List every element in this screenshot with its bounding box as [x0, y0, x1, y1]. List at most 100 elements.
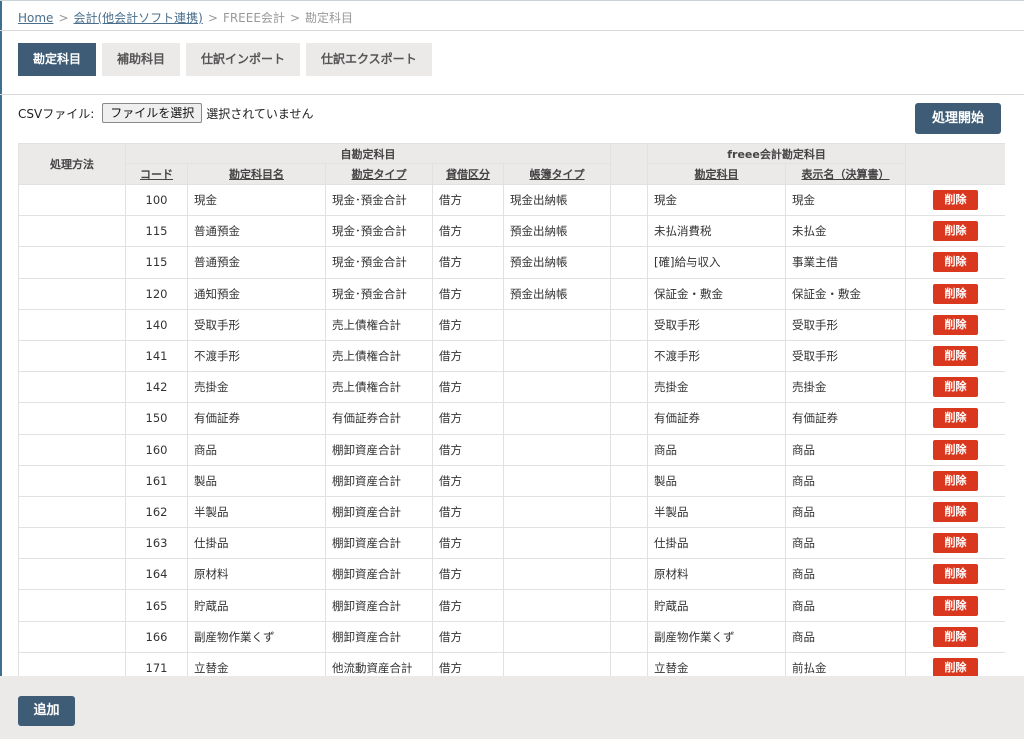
cell-display-name: 受取手形 [785, 339, 907, 373]
delete-button[interactable]: 削除 [933, 501, 979, 522]
cell-display-name: 売掛金 [785, 371, 907, 404]
cell-account-type: 棚卸資産合計 [325, 433, 433, 466]
cell-debit-credit: 借方 [432, 620, 504, 653]
delete-button[interactable]: 削除 [933, 533, 979, 554]
cell-process-method [18, 215, 126, 248]
delete-button[interactable]: 削除 [933, 595, 979, 616]
accounts-table-container[interactable]: 処理方法 自勘定科目 freee会計勘定科目 コード 勘定科目名 勘定タイプ 貸… [18, 143, 1005, 676]
cell-spacer [610, 215, 649, 248]
delete-button[interactable]: 削除 [933, 657, 979, 676]
cell-display-name: 商品 [785, 433, 907, 466]
breadcrumb-separator: > [58, 11, 69, 25]
cell-display-name: 現金 [785, 183, 907, 217]
cell-freee-account: 未払消費税 [647, 215, 787, 248]
table-row: 171 立替金 他流動資産合計 借方 立替金 前払金 削除 [18, 651, 1005, 676]
tab-journal-export[interactable]: 仕訳エクスポート [306, 43, 432, 76]
delete-button[interactable]: 削除 [933, 346, 979, 367]
cell-actions: 削除 [905, 527, 1005, 560]
cell-book-type: 預金出納帳 [502, 277, 612, 310]
cell-freee-account: 立替金 [647, 651, 787, 676]
breadcrumb-section: FREEE会計 [222, 11, 285, 25]
column-header-display-name[interactable]: 表示名（決算書） [785, 163, 907, 185]
delete-button[interactable]: 削除 [933, 470, 979, 491]
cell-debit-credit: 借方 [432, 183, 504, 217]
delete-button[interactable]: 削除 [933, 190, 979, 211]
footer-bar: 追加 [0, 676, 1024, 739]
tab-accounts[interactable]: 勘定科目 [18, 43, 97, 76]
cell-code: 160 [125, 433, 188, 466]
add-button[interactable]: 追加 [18, 696, 75, 726]
top-edge [0, 0, 1024, 1]
breadcrumb-current: 勘定科目 [305, 11, 354, 25]
delete-button[interactable]: 削除 [933, 439, 979, 460]
start-processing-button[interactable]: 処理開始 [915, 103, 1001, 134]
cell-book-type [502, 371, 612, 404]
tab-bar: 勘定科目 補助科目 仕訳インポート 仕訳エクスポート [18, 43, 432, 76]
cell-code: 140 [125, 308, 188, 341]
cell-process-method [18, 183, 126, 217]
cell-account-name: 受取手形 [187, 308, 326, 341]
cell-display-name: 商品 [785, 620, 907, 653]
cell-book-type [502, 339, 612, 373]
cell-account-name: 原材料 [187, 558, 326, 591]
delete-button[interactable]: 削除 [933, 221, 979, 242]
cell-spacer [610, 464, 649, 497]
cell-freee-account: 受取手形 [647, 308, 787, 341]
cell-freee-account: 不渡手形 [647, 339, 787, 373]
delete-button[interactable]: 削除 [933, 377, 979, 398]
delete-button[interactable]: 削除 [933, 314, 979, 335]
cell-account-name: 製品 [187, 464, 326, 497]
cell-code: 166 [125, 620, 188, 653]
cell-account-name: 半製品 [187, 495, 326, 529]
column-header-debit-credit[interactable]: 貸借区分 [432, 163, 504, 185]
cell-account-name: 商品 [187, 433, 326, 466]
delete-button[interactable]: 削除 [933, 283, 979, 304]
column-header-freee-account[interactable]: 勘定科目 [647, 163, 787, 185]
delete-button[interactable]: 削除 [933, 564, 979, 585]
cell-book-type [502, 495, 612, 529]
cell-debit-credit: 借方 [432, 308, 504, 341]
cell-book-type [502, 589, 612, 622]
delete-button[interactable]: 削除 [933, 252, 979, 273]
csv-upload-row: CSVファイル: ファイルを選択 選択されていません [18, 103, 314, 123]
column-header-account-type[interactable]: 勘定タイプ [325, 163, 433, 185]
cell-account-type: 売上債権合計 [325, 371, 433, 404]
tab-journal-import[interactable]: 仕訳インポート [186, 43, 301, 76]
cell-spacer [610, 495, 649, 529]
cell-debit-credit: 借方 [432, 246, 504, 279]
cell-debit-credit: 借方 [432, 464, 504, 497]
cell-code: 164 [125, 558, 188, 591]
cell-process-method [18, 527, 126, 560]
cell-spacer [610, 620, 649, 653]
file-select-button[interactable]: ファイルを選択 [102, 103, 203, 123]
cell-freee-account: 副産物作業くず [647, 620, 787, 653]
cell-code: 165 [125, 589, 188, 622]
column-header-account-name[interactable]: 勘定科目名 [187, 163, 326, 185]
breadcrumb-parent-link[interactable]: 会計(他会計ソフト連携) [74, 11, 203, 25]
cell-actions: 削除 [905, 589, 1005, 622]
cell-actions: 削除 [905, 558, 1005, 591]
cell-actions: 削除 [905, 371, 1005, 404]
tab-sub-accounts[interactable]: 補助科目 [102, 43, 181, 76]
cell-code: 120 [125, 277, 188, 310]
csv-label: CSVファイル: [18, 106, 95, 121]
cell-freee-account: 半製品 [647, 495, 787, 529]
cell-freee-account: 原材料 [647, 558, 787, 591]
cell-account-type: 現金･預金合計 [325, 183, 433, 217]
cell-process-method [18, 589, 126, 622]
delete-button[interactable]: 削除 [933, 408, 979, 429]
cell-display-name: 商品 [785, 589, 907, 622]
cell-display-name: 商品 [785, 464, 907, 497]
cell-code: 161 [125, 464, 188, 497]
cell-account-type: 棚卸資産合計 [325, 527, 433, 560]
column-header-code[interactable]: コード [125, 163, 188, 185]
column-header-book-type[interactable]: 帳簿タイプ [502, 163, 612, 185]
table-row: 160 商品 棚卸資産合計 借方 商品 商品 削除 [18, 433, 1005, 466]
table-row: 165 貯蔵品 棚卸資産合計 借方 貯蔵品 商品 削除 [18, 589, 1005, 622]
cell-actions: 削除 [905, 433, 1005, 466]
breadcrumb-home-link[interactable]: Home [18, 11, 53, 25]
cell-debit-credit: 借方 [432, 558, 504, 591]
cell-account-type: 他流動資産合計 [325, 651, 433, 676]
breadcrumb-separator: > [289, 11, 300, 25]
delete-button[interactable]: 削除 [933, 626, 979, 647]
